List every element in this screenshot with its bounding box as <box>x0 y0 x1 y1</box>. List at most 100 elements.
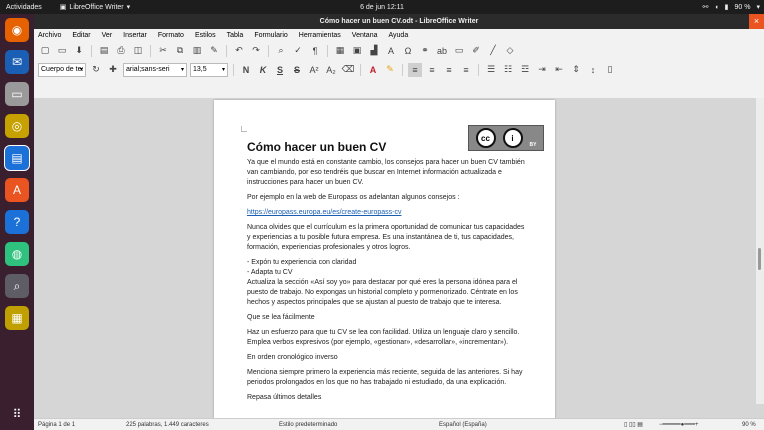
clock[interactable]: 6 de jun 12:11 <box>360 4 404 11</box>
cut-icon[interactable]: ✂ <box>156 44 170 58</box>
software-icon[interactable]: A <box>5 178 29 202</box>
save-icon[interactable]: ⬇ <box>72 44 86 58</box>
decrease-indent-icon[interactable]: ⇤ <box>552 63 566 77</box>
font-size-value: 13,5 <box>193 66 207 73</box>
italic-icon[interactable]: K <box>256 63 270 77</box>
insert-textbox-icon[interactable]: A <box>384 44 398 58</box>
separator <box>327 44 328 57</box>
insert-line-icon[interactable]: ╱ <box>486 44 500 58</box>
bold-icon[interactable]: N <box>239 63 253 77</box>
separator <box>233 63 234 76</box>
zoom-slider[interactable]: −━━━━━●━━━+ <box>659 421 699 428</box>
view-layout-icons[interactable]: ▯ ▯▯ ▤ <box>624 421 643 428</box>
insert-image-icon[interactable]: ▣ <box>350 44 364 58</box>
highlight-icon[interactable]: ✎ <box>383 63 397 77</box>
copy-icon[interactable]: ⧉ <box>173 44 187 58</box>
print-preview-icon[interactable]: ◫ <box>131 44 145 58</box>
track-changes-icon[interactable]: ✐ <box>469 44 483 58</box>
chrome-icon[interactable]: ◍ <box>5 242 29 266</box>
menu-ayuda[interactable]: Ayuda <box>388 32 408 39</box>
menu-ventana[interactable]: Ventana <box>352 32 378 39</box>
menu-tabla[interactable]: Tabla <box>227 32 244 39</box>
basic-shapes-icon[interactable]: ◇ <box>503 44 517 58</box>
formatting-marks-icon[interactable]: ¶ <box>308 44 322 58</box>
page-count[interactable]: Página 1 de 1 <box>38 422 75 428</box>
subscript-icon[interactable]: A₂ <box>324 63 338 77</box>
app-grid-icon[interactable]: ⠿ <box>5 402 29 426</box>
language[interactable]: Español (España) <box>439 422 487 428</box>
files-icon[interactable]: ▭ <box>5 82 29 106</box>
close-icon[interactable]: × <box>749 14 764 29</box>
new-document-icon[interactable]: ▢ <box>38 44 52 58</box>
search-icon[interactable]: ⌕ <box>5 274 29 298</box>
paragraph: Actualiza la sección «Así soy yo» para d… <box>247 279 518 306</box>
font-size-select[interactable]: 13,5 ▾ <box>190 62 228 77</box>
export-pdf-icon[interactable]: ▤ <box>97 44 111 58</box>
separator <box>268 44 269 57</box>
insert-comment-icon[interactable]: ▭ <box>452 44 466 58</box>
menu-formato[interactable]: Formato <box>158 32 184 39</box>
notes-icon[interactable]: ▦ <box>5 306 29 330</box>
undo-icon[interactable]: ↶ <box>232 44 246 58</box>
underline-icon[interactable]: S <box>273 63 287 77</box>
menu-ver[interactable]: Ver <box>102 32 113 39</box>
numbered-list-icon[interactable]: ☷ <box>501 63 515 77</box>
firefox-icon[interactable]: ◉ <box>5 18 29 42</box>
insert-hyperlink-icon[interactable]: ⚭ <box>418 44 432 58</box>
insert-special-character-icon[interactable]: Ω <box>401 44 415 58</box>
outline-list-icon[interactable]: ☲ <box>518 63 532 77</box>
justify-icon[interactable]: ≡ <box>459 63 473 77</box>
paragraph-style-select[interactable]: Cuerpo de te: ▾ <box>38 62 86 77</box>
zoom-level[interactable]: 90 % <box>742 422 756 428</box>
europass-link[interactable]: https://europass.europa.eu/es/create-eur… <box>247 208 525 218</box>
paragraph: En orden cronológico inverso <box>247 354 338 361</box>
line-spacing-icon[interactable]: ↕ <box>586 63 600 77</box>
redo-icon[interactable]: ↷ <box>249 44 263 58</box>
page-style[interactable]: Estilo predeterminado <box>279 422 337 428</box>
menu-insertar[interactable]: Insertar <box>123 32 147 39</box>
insert-table-icon[interactable]: ▦ <box>333 44 347 58</box>
print-icon[interactable]: ⎙ <box>114 44 128 58</box>
menu-formulario[interactable]: Formulario <box>254 32 287 39</box>
rhythmbox-icon[interactable]: ◎ <box>5 114 29 138</box>
word-count[interactable]: 225 palabras, 1.449 caracteres <box>126 422 209 428</box>
open-icon[interactable]: ▭ <box>55 44 69 58</box>
align-right-icon[interactable]: ≡ <box>442 63 456 77</box>
strikethrough-icon[interactable]: S <box>290 63 304 77</box>
thunderbird-icon[interactable]: ✉ <box>5 50 29 74</box>
paste-icon[interactable]: ▥ <box>190 44 204 58</box>
writer-icon: ▣ <box>59 4 67 11</box>
app-menu[interactable]: ▣ LibreOffice Writer ▾ <box>59 3 130 12</box>
insert-chart-icon[interactable]: ▟ <box>367 44 381 58</box>
align-center-icon[interactable]: ≡ <box>425 63 439 77</box>
font-name-select[interactable]: arial;sans-seri ▾ <box>123 62 187 77</box>
clone-format-icon[interactable]: ✎ <box>207 44 221 58</box>
page-style-icon[interactable]: ▯ <box>603 63 617 77</box>
help-icon[interactable]: ? <box>5 210 29 234</box>
cc-icon: cc <box>475 128 496 148</box>
menu-herramientas[interactable]: Herramientas <box>299 32 341 39</box>
vertical-scrollbar[interactable] <box>756 98 764 404</box>
paragraph-spacing-icon[interactable]: ⇕ <box>569 63 583 77</box>
new-style-icon[interactable]: ✚ <box>106 63 120 77</box>
scrollbar-thumb[interactable] <box>758 248 761 270</box>
writer-dock-icon[interactable]: ▤ <box>4 145 30 171</box>
menu-editar[interactable]: Editar <box>72 32 90 39</box>
clear-formatting-icon[interactable]: ⌫ <box>341 63 355 77</box>
spelling-icon[interactable]: ✓ <box>291 44 305 58</box>
find-replace-icon[interactable]: ⌕ <box>274 44 288 58</box>
increase-indent-icon[interactable]: ⇥ <box>535 63 549 77</box>
system-tray[interactable]: ⚯ ◖ ▮ 90 % ▾ <box>703 3 760 12</box>
font-color-icon[interactable]: A <box>366 63 380 77</box>
bullet-list-icon[interactable]: ☰ <box>484 63 498 77</box>
chevron-down-icon: ▾ <box>79 67 83 73</box>
document-area[interactable]: cc i BY Cómo hacer un buen CV Ya que el … <box>34 98 764 418</box>
activities-button[interactable]: Actividades <box>6 4 42 11</box>
document-page[interactable]: cc i BY Cómo hacer un buen CV Ya que el … <box>214 100 555 418</box>
superscript-icon[interactable]: A² <box>307 63 321 77</box>
insert-footnote-icon[interactable]: ab <box>435 44 449 58</box>
menu-archivo[interactable]: Archivo <box>38 32 61 39</box>
align-left-icon[interactable]: ≡ <box>408 62 422 77</box>
menu-estilos[interactable]: Estilos <box>195 32 216 39</box>
update-style-icon[interactable]: ↻ <box>89 63 103 77</box>
